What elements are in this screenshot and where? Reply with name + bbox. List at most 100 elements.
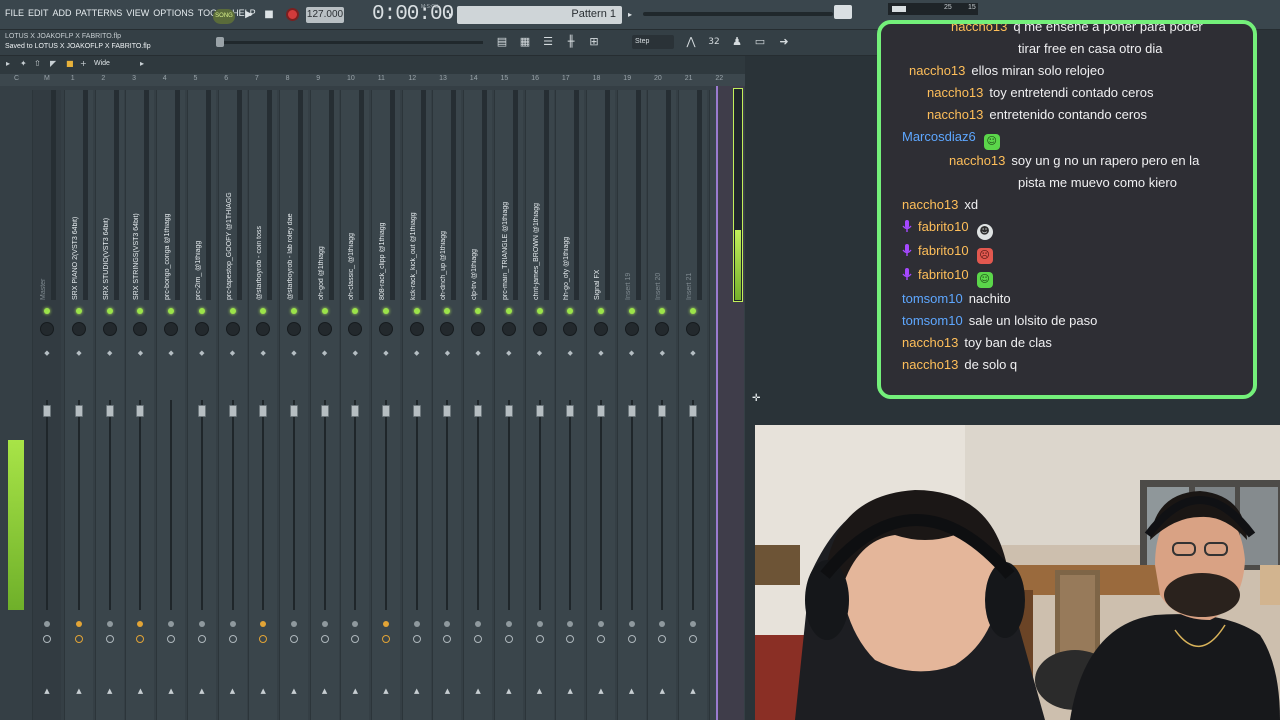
volume-fader-handle[interactable] [259,405,268,417]
track-enable-led[interactable] [413,308,420,314]
volume-fader-handle[interactable] [689,405,697,417]
volume-fader-track[interactable] [323,400,326,610]
track-pan-knob[interactable] [624,322,639,336]
send-arrow-icon[interactable]: ▲ [43,688,51,695]
send-arrow-icon[interactable]: ▲ [321,688,329,695]
route-send-icon[interactable] [44,621,50,627]
volume-fader-track[interactable] [569,400,572,610]
chat-username[interactable]: naccho13 [902,357,958,372]
track-pan-knob[interactable] [593,322,608,336]
volume-fader-handle[interactable] [566,405,575,417]
route-toggle[interactable] [43,635,51,643]
main-volume-slider[interactable] [218,41,483,44]
chat-username[interactable]: naccho13 [951,24,1007,34]
stereo-separation-icon[interactable]: ◆ [474,350,482,362]
track-enable-led[interactable] [505,308,512,314]
typing-keyboard-icon[interactable]: ▭ [753,36,767,48]
song-mode-toggle[interactable]: SONG [213,9,235,24]
chat-username[interactable]: naccho13 [902,197,958,212]
track-enable-led[interactable] [690,308,696,314]
track-pan-knob[interactable] [225,322,240,336]
chat-username[interactable]: Marcosdiaz6 [902,129,976,144]
chat-username[interactable]: tomsom10 [902,313,963,328]
volume-fader-handle[interactable] [75,405,83,417]
volume-fader-track[interactable] [385,400,387,610]
mixer-export-icon[interactable]: ⇧ [34,59,41,68]
volume-fader-handle[interactable] [228,405,237,417]
send-arrow-icon[interactable]: ▲ [536,688,544,695]
volume-fader-track[interactable] [599,400,602,610]
track-enable-led[interactable] [76,308,82,314]
track-pan-knob[interactable] [501,322,516,336]
stereo-separation-icon[interactable]: ◆ [167,350,175,362]
stereo-separation-icon[interactable]: ◆ [658,350,666,362]
track-enable-led[interactable] [321,308,328,314]
stereo-separation-icon[interactable]: ◆ [136,350,144,362]
chat-username[interactable]: tomsom10 [902,291,963,306]
menu-item-edit[interactable]: EDIT [27,8,50,18]
track-enable-led[interactable] [229,308,236,314]
track-pan-knob[interactable] [194,322,209,336]
record-icon[interactable] [286,8,299,21]
stereo-separation-icon[interactable]: ◆ [536,350,544,362]
volume-fader-handle[interactable] [627,405,636,417]
chat-username[interactable]: naccho13 [949,153,1005,168]
track-pan-knob[interactable] [40,322,54,336]
route-send-icon[interactable] [413,621,420,627]
volume-fader-track[interactable] [661,400,664,610]
route-send-icon[interactable] [690,621,696,627]
route-send-icon[interactable] [536,621,543,627]
playlist-icon[interactable]: ▤ [495,36,509,48]
route-send-icon[interactable] [290,621,297,627]
volume-fader-handle[interactable] [136,405,145,417]
browser-icon[interactable]: ⊞ [587,36,601,48]
route-toggle[interactable] [382,635,390,643]
play-icon[interactable]: ▶ [242,8,256,22]
stereo-separation-icon[interactable]: ◆ [290,350,298,362]
volume-fader-track[interactable] [692,400,694,610]
send-arrow-icon[interactable]: ▲ [505,688,513,695]
route-toggle[interactable] [197,635,206,643]
stereo-separation-icon[interactable]: ◆ [43,350,51,362]
track-enable-led[interactable] [290,308,297,314]
pattern-selector[interactable]: Pattern 1 [457,6,622,24]
view-mode-arrow-icon[interactable]: ▸ [140,59,144,68]
pattern-arrow-icon[interactable]: ▸ [444,8,458,22]
chat-username[interactable]: naccho13 [909,63,965,78]
mixer-view-mode[interactable]: Wide [94,60,110,67]
volume-fader-handle[interactable] [412,405,421,417]
menu-item-add[interactable]: ADD [52,8,73,18]
volume-fader-handle[interactable] [443,405,452,417]
volume-fader-handle[interactable] [474,405,483,417]
track-enable-led[interactable] [383,308,389,314]
channel-rack-icon[interactable]: ☰ [541,36,555,48]
stereo-separation-icon[interactable]: ◆ [628,350,636,362]
stereo-separation-icon[interactable]: ◆ [75,350,83,362]
wait-input-icon[interactable]: 32 [707,36,721,48]
volume-fader-track[interactable] [415,400,418,610]
route-toggle[interactable] [627,635,636,643]
route-toggle[interactable] [412,635,421,643]
send-arrow-icon[interactable]: ▲ [628,688,636,695]
track-pan-knob[interactable] [379,322,393,336]
mixer-color-icon[interactable]: ■ [66,59,74,68]
route-toggle[interactable] [689,635,697,643]
main-volume-knob[interactable] [216,37,224,47]
send-arrow-icon[interactable]: ▲ [351,688,359,695]
tempo-display[interactable]: 127.000 [306,7,344,23]
chat-username[interactable]: fabrito10 [918,267,969,282]
stereo-separation-icon[interactable]: ◆ [106,350,114,362]
volume-fader-track[interactable] [446,400,449,610]
stereo-separation-icon[interactable]: ◆ [505,350,513,362]
stereo-separation-icon[interactable]: ◆ [689,350,697,362]
route-send-icon[interactable] [106,621,113,627]
track-pan-knob[interactable] [532,322,547,336]
send-arrow-icon[interactable]: ▲ [290,688,298,695]
track-enable-led[interactable] [628,308,635,314]
track-enable-led[interactable] [44,308,50,314]
volume-fader-track[interactable] [292,400,295,610]
piano-roll-icon[interactable]: ▦ [518,36,532,48]
track-pan-knob[interactable] [317,322,332,336]
volume-fader-handle[interactable] [351,405,360,417]
stereo-separation-icon[interactable]: ◆ [321,350,329,362]
